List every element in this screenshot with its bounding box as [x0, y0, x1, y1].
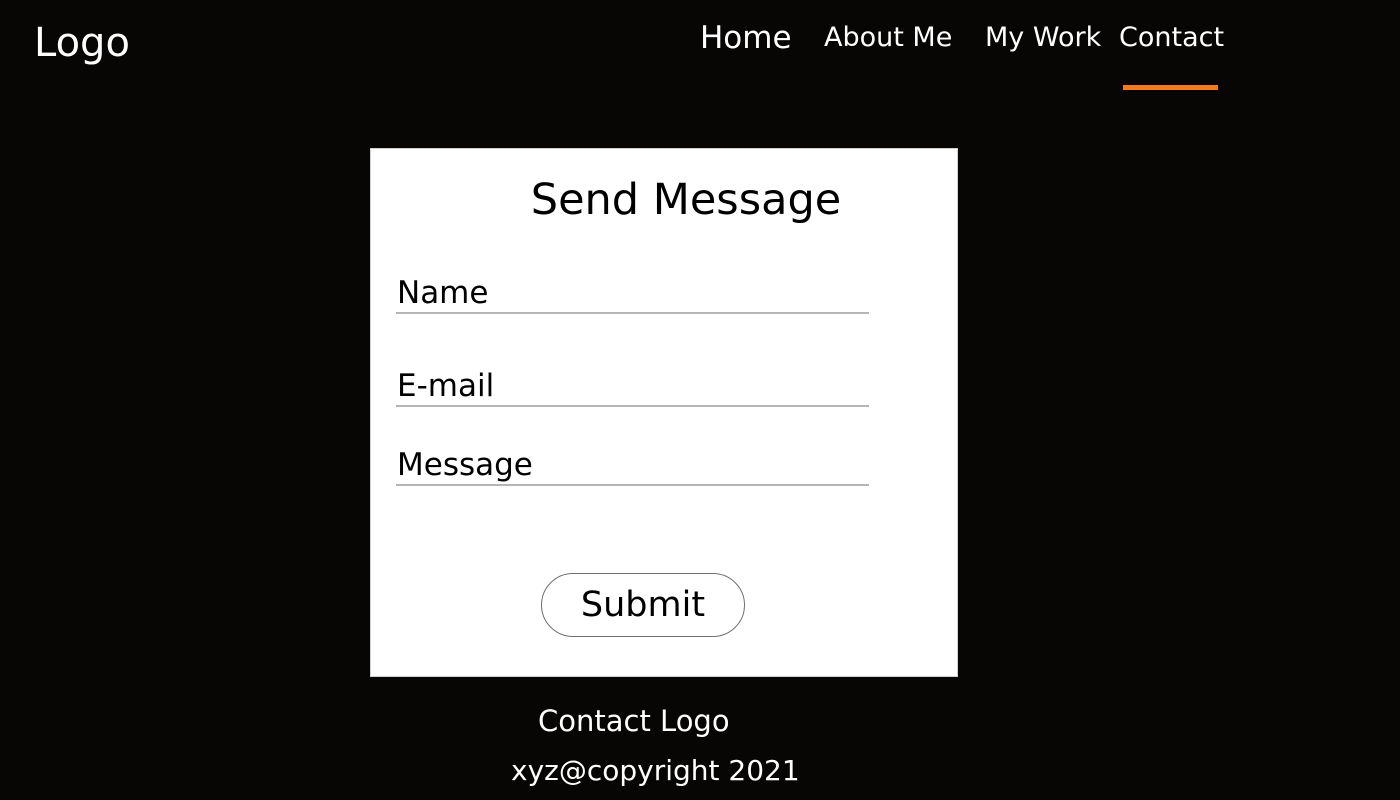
active-nav-indicator: [1123, 85, 1218, 90]
nav-home[interactable]: Home: [700, 16, 792, 60]
contact-page: Logo Home About Me My Work Contact Send …: [0, 0, 1400, 800]
form-title: Send Message: [530, 175, 842, 225]
nav-my-work[interactable]: My Work: [985, 16, 1101, 60]
site-logo[interactable]: Logo: [34, 18, 130, 68]
name-input[interactable]: [396, 274, 869, 314]
email-input[interactable]: [396, 367, 869, 407]
footer-contact-logo: Contact Logo: [538, 704, 730, 738]
contact-form: Send Message Submit: [370, 148, 958, 677]
nav-about-me[interactable]: About Me: [824, 16, 952, 60]
submit-button[interactable]: Submit: [541, 573, 745, 637]
copyright-text: xyz@copyright 2021: [511, 754, 800, 787]
message-input[interactable]: [396, 446, 869, 486]
nav-contact[interactable]: Contact: [1119, 16, 1224, 60]
